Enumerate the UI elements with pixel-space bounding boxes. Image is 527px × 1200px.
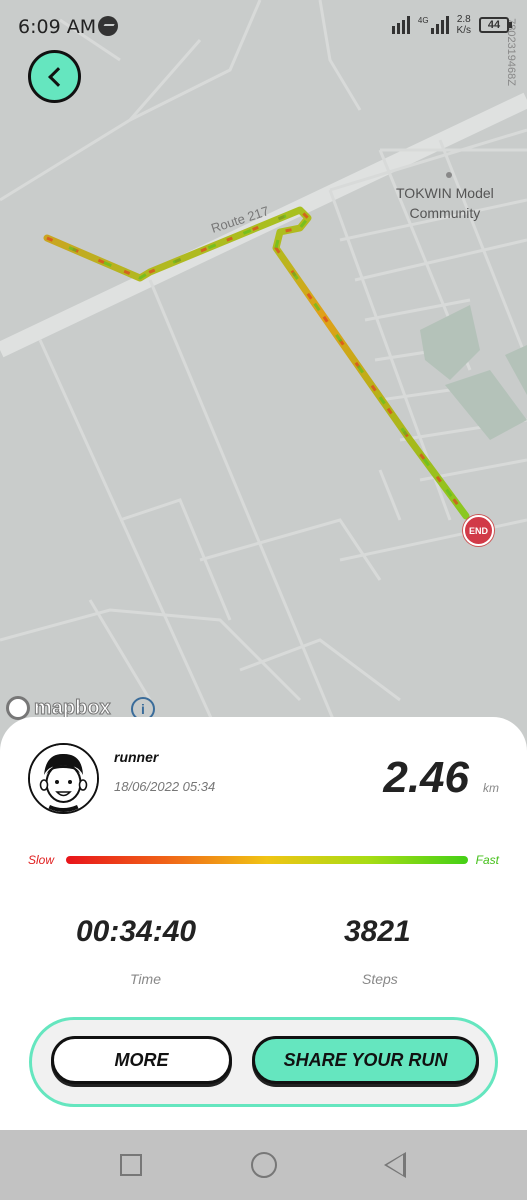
vibrate-signal-icon [391,16,410,34]
messenger-icon [98,16,118,36]
run-summary-panel: runner 18/06/2022 05:34 2.46 km Slow Fas… [0,717,527,1130]
status-indicators: 4G 2.8 K/s 44 [391,14,512,36]
place-label-line2: Community [409,205,481,221]
avatar [28,743,99,814]
steps-value: 3821 [344,915,411,948]
net-speed-value: 2.8 [456,14,471,25]
avatar-face-icon [30,745,97,812]
status-time: 6:09 AM [18,16,97,38]
net-speed: 2.8 K/s [457,14,471,36]
place-label: TOKWIN Model Community [396,183,494,223]
map-background [0,0,527,760]
fast-label: Fast [475,853,499,867]
time-value: 00:34:40 [76,915,197,948]
slow-label: Slow [28,853,55,867]
back-button[interactable] [28,50,81,103]
home-circle-icon[interactable] [251,1152,277,1178]
speed-gradient-bar [66,856,468,864]
mapbox-logo-icon [6,696,30,720]
distance-value: 2.46 [383,753,469,802]
route-map[interactable]: Route 217 TOKWIN Model Community 7802319… [0,0,527,760]
end-marker: END [463,515,494,546]
status-bar: 6:09 AM 4G 2.8 K/s 44 [0,0,527,52]
system-nav-bar [0,1130,527,1200]
distance-unit: km [483,781,499,795]
chevron-left-icon [47,66,68,87]
action-button-group: MORE SHARE YOUR RUN [29,1017,498,1107]
net-speed-unit: K/s [456,25,471,36]
data-signal-icon: 4G [418,16,449,34]
back-triangle-icon[interactable] [384,1152,406,1178]
run-datetime: 18/06/2022 05:34 [114,779,216,794]
username: runner [114,749,159,765]
share-run-button[interactable]: SHARE YOUR RUN [252,1036,479,1084]
more-button[interactable]: MORE [51,1036,232,1084]
network-type: 4G [417,16,429,25]
place-label-line1: TOKWIN Model [396,185,494,201]
battery-icon: 44 [479,17,512,33]
steps-label: Steps [362,971,398,987]
time-label: Time [130,971,161,987]
recents-square-icon[interactable] [120,1154,142,1176]
